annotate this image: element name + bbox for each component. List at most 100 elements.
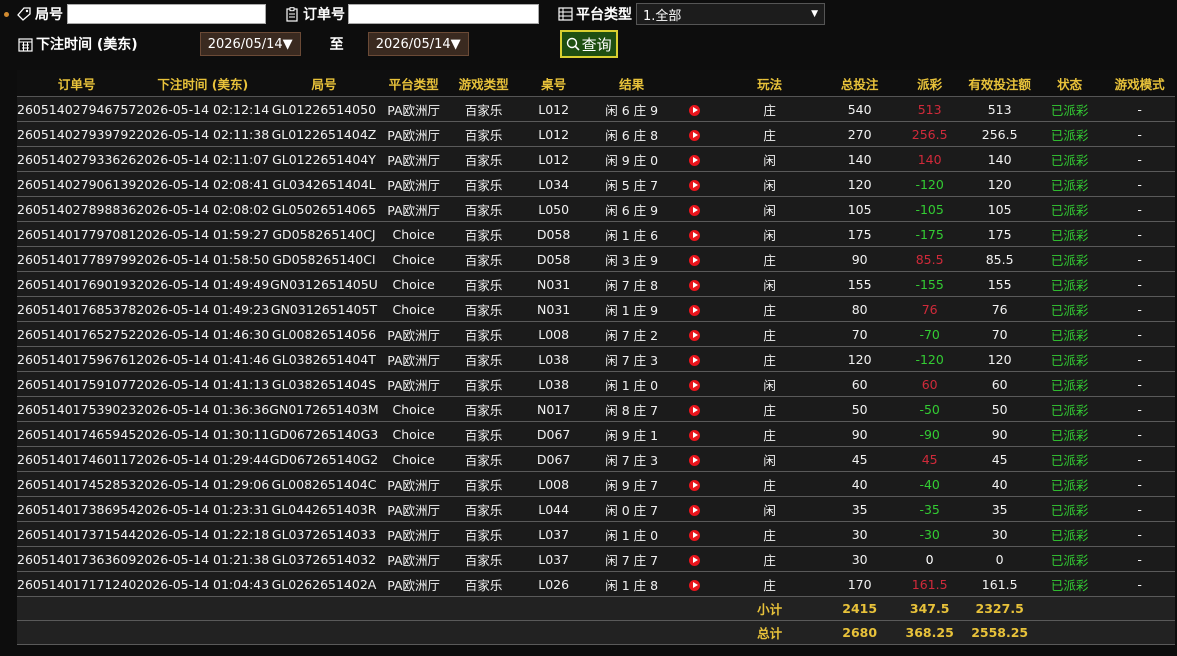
game-type-cell: 百家乐	[448, 571, 519, 597]
col-bet-time-header: 下注时间 (美东)	[136, 70, 270, 97]
table-no-cell: L037	[518, 521, 589, 547]
platform-cell: Choice	[378, 246, 449, 272]
payout-cell: -120	[894, 346, 965, 372]
order-no-cell: 260514027939792	[17, 121, 137, 147]
platform-cell: Choice	[378, 271, 449, 297]
valid-bet-cell: 120	[964, 171, 1035, 197]
valid-bet-cell: 175	[964, 221, 1035, 247]
bet-time-cell: 2026-05-14 01:59:27	[136, 221, 270, 247]
table-row: 260514027946757 2026-05-14 02:12:14 GL0122…	[17, 96, 1175, 122]
play-icon[interactable]	[689, 254, 701, 266]
game-type-cell: 百家乐	[448, 271, 519, 297]
play-icon[interactable]	[689, 579, 701, 591]
col-order-no-header: 订单号	[17, 70, 137, 97]
game-mode-cell: -	[1104, 121, 1175, 147]
table-row: 260514017539023 2026-05-14 01:36:36 GN0172…	[17, 396, 1175, 422]
table-row: 260514017591077 2026-05-14 01:41:13 GL0382…	[17, 371, 1175, 397]
result-cell: 闲 9 庄 7	[588, 471, 675, 497]
col-table-no-header: 桌号	[518, 70, 589, 97]
subtotal-valid-bet: 2327.5	[964, 596, 1035, 621]
game-type-cell: 百家乐	[448, 546, 519, 572]
play-icon[interactable]	[689, 104, 701, 116]
result-cell: 闲 7 庄 2	[588, 321, 675, 347]
game-mode-cell: -	[1104, 496, 1175, 522]
play-icon[interactable]	[689, 229, 701, 241]
game-type-cell: 百家乐	[448, 96, 519, 122]
play-icon[interactable]	[689, 404, 701, 416]
play-icon[interactable]	[689, 379, 701, 391]
replay-cell	[674, 396, 715, 422]
valid-bet-cell: 256.5	[964, 121, 1035, 147]
platform-select[interactable]: 1.全部 ▼	[636, 3, 825, 25]
total-bet-cell: 30	[824, 521, 895, 547]
play-icon[interactable]	[689, 329, 701, 341]
bet-time-cell: 2026-05-14 01:46:30	[136, 321, 270, 347]
play-icon[interactable]	[689, 154, 701, 166]
query-button[interactable]: 查询	[559, 30, 618, 58]
game-type-cell: 百家乐	[448, 471, 519, 497]
play-icon[interactable]	[689, 504, 701, 516]
play-icon[interactable]	[689, 304, 701, 316]
list-icon	[557, 6, 573, 22]
table-no-cell: L008	[518, 471, 589, 497]
game-type-cell: 百家乐	[448, 521, 519, 547]
valid-bet-cell: 70	[964, 321, 1035, 347]
table-row: 260514017685378 2026-05-14 01:49:23 GN0312…	[17, 296, 1175, 322]
table-row: 260514017465945 2026-05-14 01:30:11 GD0672…	[17, 421, 1175, 447]
game-type-cell: 百家乐	[448, 296, 519, 322]
round-input[interactable]	[67, 4, 266, 24]
payout-cell: 45	[894, 446, 965, 472]
play-icon[interactable]	[689, 529, 701, 541]
table-no-cell: L012	[518, 121, 589, 147]
table-no-cell: D058	[518, 246, 589, 272]
bet-type-cell: 庄	[714, 471, 825, 497]
total-bet-cell: 120	[824, 346, 895, 372]
table-no-cell: L044	[518, 496, 589, 522]
order-input[interactable]	[348, 4, 539, 24]
date-to-select[interactable]: 2026/05/14▼	[367, 32, 469, 56]
game-mode-cell: -	[1104, 96, 1175, 122]
play-icon[interactable]	[689, 279, 701, 291]
total-bet-cell: 80	[824, 296, 895, 322]
platform-cell: PA欧洲厅	[378, 571, 449, 597]
table-row: 260514017652752 2026-05-14 01:46:30 GL0082…	[17, 321, 1175, 347]
replay-cell	[674, 446, 715, 472]
order-no-cell: 260514017652752	[17, 321, 137, 347]
table-body: 260514027946757 2026-05-14 02:12:14 GL0122…	[17, 96, 1175, 597]
round-no-cell: GL01226514050	[269, 96, 379, 122]
replay-cell	[674, 221, 715, 247]
replay-cell	[674, 196, 715, 222]
game-mode-cell: -	[1104, 271, 1175, 297]
platform-cell: PA欧洲厅	[378, 321, 449, 347]
game-mode-cell: -	[1104, 221, 1175, 247]
valid-bet-cell: 105	[964, 196, 1035, 222]
play-icon[interactable]	[689, 479, 701, 491]
bet-type-cell: 闲	[714, 196, 825, 222]
payout-cell: -50	[894, 396, 965, 422]
round-no-cell: GD058265140CJ	[269, 221, 379, 247]
valid-bet-cell: 35	[964, 496, 1035, 522]
round-no-cell: GN0312651405T	[269, 296, 379, 322]
col-payout-header: 派彩	[894, 70, 965, 97]
play-icon[interactable]	[689, 554, 701, 566]
play-icon[interactable]	[689, 204, 701, 216]
valid-bet-cell: 60	[964, 371, 1035, 397]
bet-time-cell: 2026-05-14 01:29:06	[136, 471, 270, 497]
date-from-select[interactable]: 2026/05/14▼	[199, 32, 301, 56]
play-icon[interactable]	[689, 429, 701, 441]
order-no-cell: 260514027946757	[17, 96, 137, 122]
play-icon[interactable]	[689, 354, 701, 366]
col-replay-header	[674, 70, 715, 97]
bet-type-cell: 闲	[714, 171, 825, 197]
replay-cell	[674, 571, 715, 597]
play-icon[interactable]	[689, 179, 701, 191]
valid-bet-cell: 50	[964, 396, 1035, 422]
result-cell: 闲 9 庄 1	[588, 421, 675, 447]
status-cell: 已派彩	[1034, 371, 1105, 397]
payout-cell: 161.5	[894, 571, 965, 597]
bet-time-cell: 2026-05-14 02:08:41	[136, 171, 270, 197]
play-icon[interactable]	[689, 454, 701, 466]
replay-cell	[674, 346, 715, 372]
bet-time-cell: 2026-05-14 01:22:18	[136, 521, 270, 547]
play-icon[interactable]	[689, 129, 701, 141]
